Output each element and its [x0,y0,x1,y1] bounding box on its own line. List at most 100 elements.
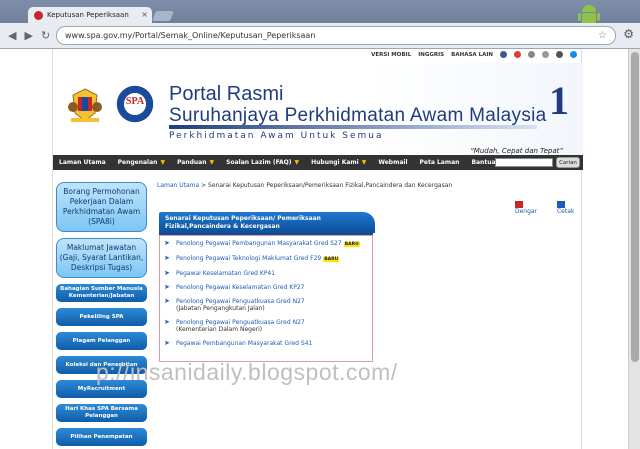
menu-item-label: Pengenalan [117,159,158,166]
arrow-bullet-icon: ➤ [164,269,170,277]
dropdown-arrow-icon: ▼ [209,159,215,166]
result-link[interactable]: Pegawai Keselamatan Gred KP41 [176,270,275,277]
reload-button[interactable]: ↻ [41,29,50,42]
result-link[interactable]: Penolong Pegawai Penguatkuasa Gred N27 [176,298,305,305]
accessibility-icon[interactable] [528,51,535,58]
bookmark-star-icon[interactable]: ☆ [598,30,607,41]
list-item-content: Pegawai Pembangunan Masyarakat Gred S41 [176,340,312,347]
list-item-content: Penolong Pegawai Pembangunan Masyarakat … [176,240,360,248]
wrench-menu-icon[interactable]: ⚙ [623,27,634,41]
dropdown-arrow-icon: ▼ [361,159,367,166]
menu-item-label: Peta Laman [419,159,460,166]
organization-name: Suruhanjaya Perkhidmatan Awam Malaysia [169,105,547,126]
breadcrumb: Laman Utama > Senarai Keputusan Peperiks… [157,182,452,189]
header-banner: SPA Portal Rasmi Suruhanjaya Perkhidmata… [53,63,583,155]
link-mobile[interactable]: VERSI MOBIL [371,52,411,58]
sidebar-feature-button[interactable]: Maklumat Jawatan (Gaji, Syarat Lantikan,… [56,238,147,278]
result-link[interactable]: Penolong Pegawai Pembangunan Masyarakat … [176,240,342,247]
browser-tab[interactable]: Keputusan Peperiksaan × [28,7,152,23]
list-item: ➤ Penolong Pegawai Keselamatan Gred KP27 [164,283,368,292]
spa-logo: SPA [113,82,157,126]
section-title: Senarai Keputusan Peperiksaan/ Pemeriksa… [159,212,375,233]
menu-item-label: Soalan Lazim (FAQ) [226,159,292,166]
link-other-languages[interactable]: BAHASA LAIN [451,52,493,58]
coat-of-arms-icon [68,88,102,122]
tab-close-icon[interactable]: × [141,10,148,19]
sidebar-link-button[interactable]: Pilihan Penempatan [56,428,147,446]
link-english[interactable]: INGGRIS [418,52,444,58]
breadcrumb-home[interactable]: Laman Utama [157,182,199,189]
speaker-icon [515,201,523,208]
search-button[interactable]: Carian [556,157,580,168]
menu-item[interactable]: Soalan Lazim (FAQ) ▼ [220,159,305,166]
menu-item-label: Hubungi Kami [311,159,359,166]
spa-logo-text: SPA [125,96,145,107]
result-link[interactable]: Pegawai Pembangunan Masyarakat Gred S41 [176,340,312,347]
vertical-scrollbar[interactable] [628,49,640,449]
new-badge: BARU [343,242,360,247]
list-item: ➤ Pegawai Pembangunan Masyarakat Gred S41 [164,339,368,348]
list-item: ➤ Penolong Pegawai Pembangunan Masyarakat… [164,240,368,248]
main-menu: Laman Utama Pengenalan ▼ Panduan ▼ Soalan Laz… [53,155,583,170]
browser-chrome: Keputusan Peperiksaan × ◀ ▶ ↻ www.spa.go… [0,0,640,49]
list-item-content: Penolong Pegawai Keselamatan Gred KP27 [176,284,305,291]
result-subtitle: (Kementerian Dalam Negeri) [176,326,263,333]
menu-item[interactable]: Panduan ▼ [171,159,220,166]
list-item: ➤ Penolong Pegawai Penguatkuasa Gred N27(… [164,318,368,334]
page-viewport: VERSI MOBIL INGGRIS BAHASA LAIN SPA Port… [0,49,628,449]
sidebar-link-button[interactable]: Pekeliling SPA [56,308,147,326]
arrow-bullet-icon: ➤ [164,297,170,305]
forward-button[interactable]: ▶ [24,29,32,42]
sidebar-link-button[interactable]: Bahagian Sumber Manusia Kementerian/Jaba… [56,284,147,302]
rss-icon[interactable] [514,51,521,58]
facebook-icon[interactable] [500,51,507,58]
browser-toolbar: ◀ ▶ ↻ www.spa.gov.my/Portal/Semak_Online… [0,23,640,49]
listen-link[interactable]: Dengar [515,201,543,215]
arrow-bullet-icon: ➤ [164,339,170,347]
result-subtitle: (Jabatan Pengangkutan Jalan) [176,305,265,312]
arrow-bullet-icon: ➤ [164,283,170,291]
color-theme-icon[interactable] [570,51,577,58]
result-link[interactable]: Penolong Pegawai Teknologi Maklumat Gred… [176,255,321,262]
back-button[interactable]: ◀ [8,29,16,42]
menu-item[interactable]: Peta Laman [414,159,466,166]
menu-item[interactable]: Hubungi Kami ▼ [305,159,372,166]
menu-item-label: Panduan [177,159,207,166]
address-bar[interactable]: www.spa.gov.my/Portal/Semak_Online/Keput… [56,26,616,45]
top-links: VERSI MOBIL INGGRIS BAHASA LAIN [371,51,577,58]
tab-title: Keputusan Peperiksaan [47,11,129,19]
malaysia-1-logo: 1 [549,78,569,123]
listen-label: Dengar [515,208,538,215]
list-item-content: Penolong Pegawai Penguatkuasa Gred N27 (K… [176,319,305,333]
menu-item[interactable]: Laman Utama [53,159,112,166]
menu-item[interactable]: Webmail [372,159,413,166]
font-size-icon[interactable] [542,51,549,58]
search-input[interactable] [495,158,553,167]
arrow-bullet-icon: ➤ [164,318,170,326]
result-link[interactable]: Penolong Pegawai Penguatkuasa Gred N27 [176,319,305,326]
site-container: VERSI MOBIL INGGRIS BAHASA LAIN SPA Port… [52,49,583,449]
menu-item[interactable]: Pengenalan ▼ [112,159,171,166]
sidebar-feature-button[interactable]: Borang Permohonan Pekerjaan Dalam Perkhi… [56,182,147,232]
print-link[interactable]: Cetak [556,201,581,215]
sidebar-link-button[interactable]: Hari Khas SPA Bersama Pelanggan [56,404,147,422]
header-rule [169,125,537,129]
result-link[interactable]: Penolong Pegawai Keselamatan Gred KP27 [176,284,305,291]
contrast-icon[interactable] [556,51,563,58]
motto: Perkhidmatan Awam Untuk Semua [169,131,384,141]
sidebar: Borang Permohonan Pekerjaan Dalam Perkhi… [56,182,149,449]
print-label: Cetak [556,208,575,215]
printer-icon [556,201,565,208]
watermark: p://insanidaily.blogspot.com/ [96,359,398,385]
scrollbar-thumb[interactable] [631,52,639,362]
sidebar-link-button[interactable]: Piagam Pelanggan [56,332,147,350]
page-tools: Dengar Cetak [515,201,581,215]
dropdown-arrow-icon: ▼ [160,159,166,166]
new-tab-button[interactable] [152,11,174,21]
arrow-bullet-icon: ➤ [164,254,170,262]
list-item-content: Pegawai Keselamatan Gred KP41 [176,270,275,277]
slogan: “Mudah, Cepat dan Tepat” [470,147,563,155]
breadcrumb-trail: > Senarai Keputusan Peperiksaan/Pemeriks… [199,182,453,189]
url-text: www.spa.gov.my/Portal/Semak_Online/Keput… [65,31,316,40]
portal-title: Portal Rasmi [169,83,284,105]
